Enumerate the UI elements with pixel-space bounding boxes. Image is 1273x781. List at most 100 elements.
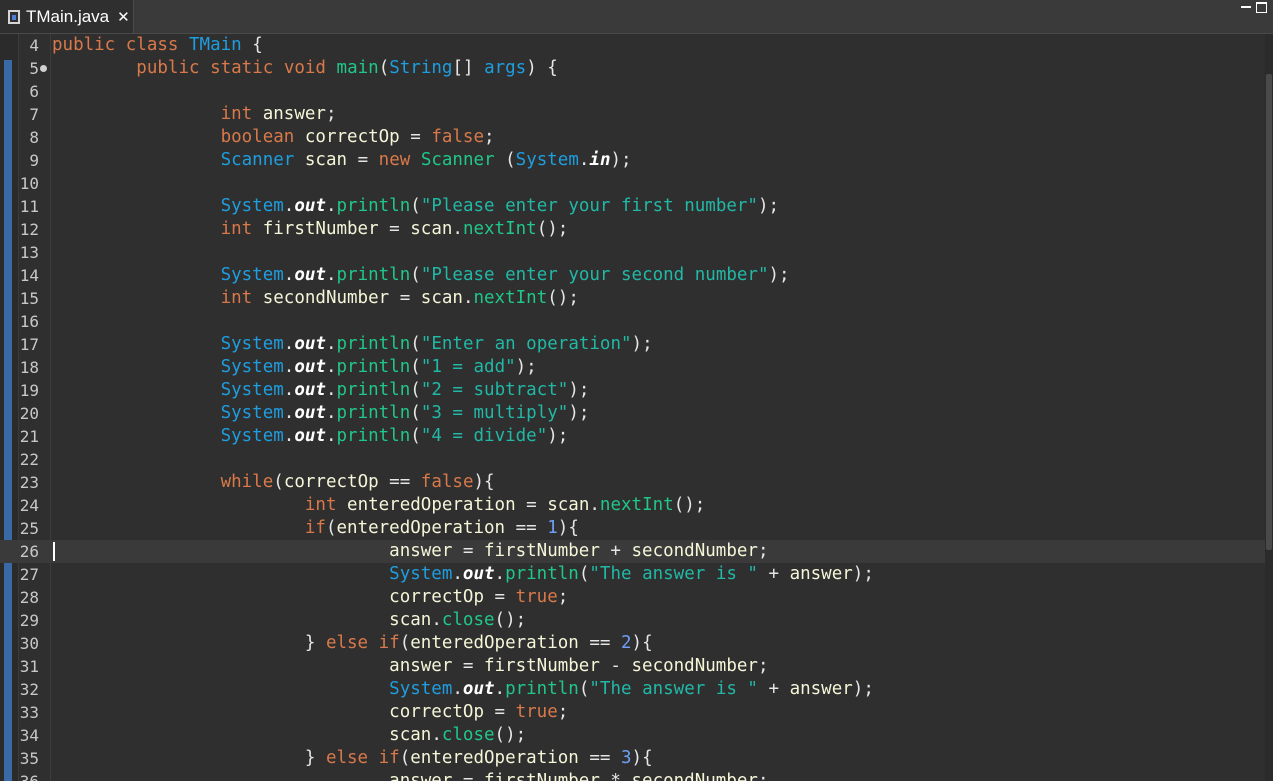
vertical-scrollbar-thumb[interactable] bbox=[1266, 74, 1272, 550]
code-token: ); bbox=[515, 357, 537, 377]
line-number: 18 bbox=[19, 358, 39, 377]
code-token: firstNumber bbox=[262, 219, 379, 239]
code-token: ( bbox=[378, 58, 390, 78]
code-line[interactable]: 36 answer = firstNumber * secondNumber; bbox=[0, 770, 1273, 781]
code-token: out bbox=[462, 564, 495, 584]
code-line[interactable]: 27 System.out.println("The answer is " +… bbox=[0, 563, 1273, 586]
code-line[interactable]: 33 correctOp = true; bbox=[0, 701, 1273, 724]
code-line[interactable]: 25 if(enteredOperation == 1){ bbox=[0, 517, 1273, 540]
code-token: . bbox=[283, 196, 295, 216]
code-token: scan bbox=[547, 495, 590, 515]
code-token: ; bbox=[557, 587, 569, 607]
code-token: { bbox=[241, 35, 263, 55]
code-line[interactable]: 14 System.out.println("Please enter your… bbox=[0, 264, 1273, 287]
code-line[interactable]: 13 bbox=[0, 241, 1273, 264]
line-number: 24 bbox=[19, 496, 39, 515]
code-line[interactable]: 9 Scanner scan = new Scanner (System.in)… bbox=[0, 149, 1273, 172]
code-line[interactable]: 11 System.out.println("Please enter your… bbox=[0, 195, 1273, 218]
line-number: 11 bbox=[19, 197, 39, 216]
code-line[interactable]: 7 int answer; bbox=[0, 103, 1273, 126]
code-token: . bbox=[325, 196, 337, 216]
code-line[interactable]: 29 scan.close(); bbox=[0, 609, 1273, 632]
code-token: else bbox=[325, 633, 369, 653]
line-number: 14 bbox=[19, 266, 39, 285]
code-token: int bbox=[220, 104, 253, 124]
code-line[interactable]: 4 public class TMain { bbox=[0, 34, 1273, 57]
code-line[interactable]: 24 int enteredOperation = scan.nextInt()… bbox=[0, 494, 1273, 517]
code-token: . bbox=[452, 679, 463, 699]
code-token: secondNumber bbox=[262, 288, 390, 308]
code-token: ( bbox=[399, 748, 411, 768]
code-line[interactable]: 20 System.out.println("3 = multiply"); bbox=[0, 402, 1273, 425]
code-line[interactable]: 32 System.out.println("The answer is " +… bbox=[0, 678, 1273, 701]
code-token: . bbox=[325, 426, 337, 446]
code-token: . bbox=[494, 564, 506, 584]
code-line[interactable]: 21 System.out.println("4 = divide"); bbox=[0, 425, 1273, 448]
code-token: ; bbox=[484, 127, 495, 147]
code-token: . bbox=[325, 380, 337, 400]
code-text: scan.close(); bbox=[52, 609, 526, 632]
code-line[interactable]: 17 System.out.println("Enter an operatio… bbox=[0, 333, 1273, 356]
code-text: while(correctOp == false){ bbox=[52, 471, 495, 494]
code-token: "The answer is " bbox=[589, 679, 758, 699]
minimize-icon[interactable] bbox=[1241, 6, 1251, 8]
code-token: else bbox=[325, 748, 369, 768]
code-token: ( bbox=[410, 357, 421, 377]
code-token: "3 = multiply" bbox=[420, 403, 569, 423]
code-token: secondNumber bbox=[631, 541, 758, 561]
code-token: println bbox=[336, 196, 411, 216]
code-line[interactable]: 6 bbox=[0, 80, 1273, 103]
code-line[interactable]: 23 while(correctOp == false){ bbox=[0, 471, 1273, 494]
code-token: main bbox=[336, 58, 379, 78]
code-token: (); bbox=[494, 725, 527, 745]
code-token: (); bbox=[673, 495, 706, 515]
code-token: if bbox=[304, 518, 326, 538]
close-icon[interactable]: ✕ bbox=[117, 8, 130, 26]
code-token: 3 bbox=[621, 748, 632, 768]
code-token: System bbox=[220, 196, 284, 216]
code-line[interactable]: 18 System.out.println("1 = add"); bbox=[0, 356, 1273, 379]
line-number: 27 bbox=[19, 565, 39, 584]
code-line[interactable]: 10 bbox=[0, 172, 1273, 195]
code-line[interactable]: 22 bbox=[0, 448, 1273, 471]
maximize-icon[interactable] bbox=[1256, 2, 1267, 13]
code-line[interactable]: 8 boolean correctOp = false; bbox=[0, 126, 1273, 149]
code-token: ; bbox=[757, 656, 769, 676]
code-editor[interactable]: 4 public class TMain {5 public static voi… bbox=[0, 34, 1273, 781]
line-number: 34 bbox=[19, 726, 39, 745]
code-line[interactable]: 5 public static void main(String[] args)… bbox=[0, 57, 1273, 80]
code-token: firstNumber bbox=[483, 771, 600, 781]
code-text: answer = firstNumber * secondNumber; bbox=[52, 770, 768, 781]
tab-tmain-java[interactable]: TMain.java ✕ bbox=[0, 0, 134, 33]
line-number: 36 bbox=[19, 770, 39, 781]
code-token: println bbox=[336, 265, 411, 285]
fold-toggle-icon[interactable] bbox=[40, 65, 47, 72]
code-line[interactable]: 34 scan.close(); bbox=[0, 724, 1273, 747]
code-line[interactable]: 31 answer = firstNumber - secondNumber; bbox=[0, 655, 1273, 678]
code-token: scan bbox=[420, 288, 463, 308]
code-token: scan bbox=[410, 219, 453, 239]
code-line[interactable]: 35 } else if(enteredOperation == 3){ bbox=[0, 747, 1273, 770]
code-token: nextInt bbox=[599, 495, 674, 515]
code-line[interactable]: 19 System.out.println("2 = subtract"); bbox=[0, 379, 1273, 402]
code-token: false bbox=[431, 127, 485, 147]
code-line[interactable]: 12 int firstNumber = scan.nextInt(); bbox=[0, 218, 1273, 241]
line-number: 4 bbox=[29, 36, 39, 55]
code-text: int firstNumber = scan.nextInt(); bbox=[52, 218, 569, 241]
code-line[interactable]: 16 bbox=[0, 310, 1273, 333]
code-text: Scanner scan = new Scanner (System.in); bbox=[52, 149, 632, 172]
code-token: println bbox=[336, 380, 411, 400]
code-line[interactable]: 28 correctOp = true; bbox=[0, 586, 1273, 609]
line-number: 25 bbox=[19, 519, 39, 538]
code-line[interactable]: 15 int secondNumber = scan.nextInt(); bbox=[0, 287, 1273, 310]
code-token: = bbox=[389, 288, 421, 308]
code-line[interactable]: 26 answer = firstNumber + secondNumber; bbox=[0, 540, 1273, 563]
code-line[interactable]: 30 } else if(enteredOperation == 2){ bbox=[0, 632, 1273, 655]
